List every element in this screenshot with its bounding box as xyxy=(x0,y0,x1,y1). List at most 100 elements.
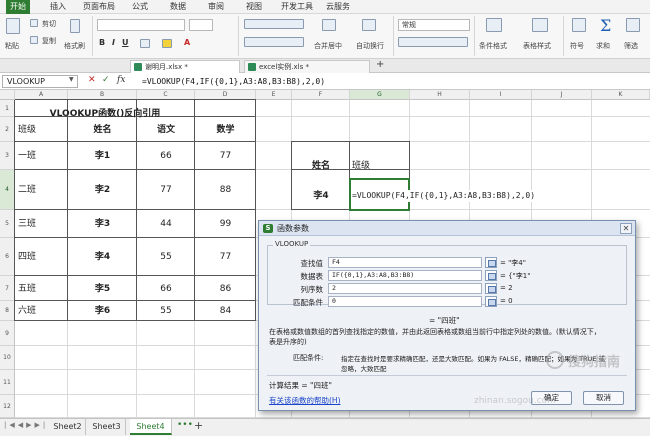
sheet-nav-arrows-icon[interactable]: |◀◀▶▶| xyxy=(4,421,48,429)
filter-label[interactable]: 筛选 xyxy=(624,41,638,51)
close-icon[interactable]: ✕ xyxy=(620,223,632,234)
align-horizontal-icons[interactable] xyxy=(244,37,304,47)
column-header[interactable]: G xyxy=(350,90,410,100)
number-format-dropdown[interactable]: 常规 xyxy=(398,19,470,31)
doc-tab-active[interactable]: 谢明月.xlsx * xyxy=(130,60,240,73)
data-cell[interactable]: 李2 xyxy=(68,184,137,196)
range-picker-icon[interactable] xyxy=(485,283,497,294)
menu-page-layout[interactable]: 页面布局 xyxy=(82,0,116,14)
more-sheets-icon[interactable]: ••• xyxy=(177,420,193,430)
data-cell[interactable]: 李4 xyxy=(68,251,137,263)
insert-function-icon[interactable]: fx xyxy=(117,75,125,85)
doc-tab[interactable]: excel实例.xls * xyxy=(244,60,370,73)
data-cell[interactable]: 55 xyxy=(137,305,195,317)
data-cell[interactable]: 77 xyxy=(195,251,256,263)
cut-icon[interactable] xyxy=(30,19,38,27)
data-cell[interactable]: 李1 xyxy=(68,150,137,162)
column-header[interactable]: J xyxy=(532,90,592,100)
lookup-class-label[interactable]: 班级 xyxy=(352,160,370,172)
cut-button-label[interactable]: 剪切 xyxy=(42,19,56,29)
column-header[interactable]: H xyxy=(410,90,470,100)
range-picker-icon[interactable] xyxy=(485,270,497,281)
data-cell[interactable]: 六班 xyxy=(18,305,36,317)
data-cell[interactable]: 99 xyxy=(195,218,256,230)
header-cell[interactable]: 班级 xyxy=(18,124,36,136)
formula-edit-cell[interactable]: =VLOOKUP(F4,IF({0,1},A3:A8,B3:B8),2,0) xyxy=(352,190,536,202)
cancel-button[interactable]: 取消 xyxy=(583,391,624,405)
conditional-format-icon[interactable] xyxy=(486,18,502,32)
header-cell[interactable]: 语文 xyxy=(137,124,195,136)
param-input[interactable]: 2 xyxy=(328,283,482,294)
font-size-dropdown[interactable] xyxy=(189,19,213,31)
data-cell[interactable]: 三班 xyxy=(18,218,36,230)
menu-view[interactable]: 视图 xyxy=(242,0,266,14)
row-header[interactable]: 8 xyxy=(0,301,15,321)
header-cell[interactable]: 姓名 xyxy=(68,124,137,136)
row-header[interactable]: 12 xyxy=(0,395,15,418)
border-icon[interactable] xyxy=(140,39,150,48)
table-style-icon[interactable] xyxy=(532,18,548,32)
function-arguments-dialog[interactable]: S 函数参数 ✕ VLOOKUP 查找值 F4 = "李4" 数据表 IF({0,1},… xyxy=(258,220,636,411)
data-cell[interactable]: 五班 xyxy=(18,283,36,295)
add-sheet-icon[interactable]: + xyxy=(194,419,203,432)
cancel-edit-icon[interactable]: ✕ xyxy=(88,75,96,85)
row-header[interactable]: 6 xyxy=(0,238,15,276)
menu-developer[interactable]: 开发工具 xyxy=(280,0,314,14)
new-tab-icon[interactable]: + xyxy=(376,59,384,70)
column-header[interactable]: K xyxy=(592,90,650,100)
menu-insert[interactable]: 插入 xyxy=(46,0,70,14)
data-cell[interactable]: 86 xyxy=(195,283,256,295)
row-header[interactable]: 3 xyxy=(0,142,15,170)
column-header[interactable]: I xyxy=(470,90,532,100)
copy-icon[interactable] xyxy=(30,36,38,44)
param-input[interactable]: 0 xyxy=(328,296,482,307)
column-header[interactable]: F xyxy=(292,90,350,100)
font-color-icon[interactable]: A xyxy=(184,38,190,47)
param-input[interactable]: F4 xyxy=(328,257,482,268)
font-name-dropdown[interactable] xyxy=(97,19,185,31)
paste-button-label[interactable]: 粘贴 xyxy=(5,41,19,51)
row-header[interactable]: 9 xyxy=(0,321,15,346)
sheet-tab-sheet4[interactable]: Sheet4 xyxy=(130,419,172,435)
dialog-title-bar[interactable]: S 函数参数 ✕ xyxy=(259,221,635,236)
data-cell[interactable]: 66 xyxy=(137,283,195,295)
row-header[interactable]: 1 xyxy=(0,100,15,117)
merge-icon[interactable] xyxy=(322,19,336,31)
data-cell[interactable]: 55 xyxy=(137,251,195,263)
menu-review[interactable]: 审阅 xyxy=(204,0,228,14)
bold-icon[interactable]: B xyxy=(99,38,105,47)
menu-formulas[interactable]: 公式 xyxy=(128,0,152,14)
copy-button-label[interactable]: 复制 xyxy=(42,36,56,46)
wrap-text-icon[interactable] xyxy=(362,19,376,31)
data-cell[interactable]: 李6 xyxy=(68,305,137,317)
sum-icon[interactable]: Σ xyxy=(600,16,611,35)
symbol-icon[interactable] xyxy=(572,18,586,32)
data-cell[interactable]: 88 xyxy=(195,184,256,196)
data-cell[interactable]: 66 xyxy=(137,150,195,162)
data-cell[interactable]: 77 xyxy=(137,184,195,196)
select-all-corner[interactable] xyxy=(0,90,15,100)
wrap-text-label[interactable]: 自动换行 xyxy=(356,41,384,51)
range-picker-icon[interactable] xyxy=(485,296,497,307)
table-style-label[interactable]: 表格样式 xyxy=(523,41,551,51)
confirm-edit-icon[interactable]: ✓ xyxy=(102,75,110,85)
header-cell[interactable]: 数学 xyxy=(195,124,256,136)
sheet-tab-sheet3[interactable]: Sheet3 xyxy=(88,419,126,435)
data-cell[interactable]: 李3 xyxy=(68,218,137,230)
help-link[interactable]: 有关该函数的帮助(H) xyxy=(269,395,341,406)
symbol-label[interactable]: 符号 xyxy=(570,41,584,51)
fill-color-icon[interactable] xyxy=(162,39,172,48)
align-top-icons[interactable] xyxy=(244,19,304,29)
row-header[interactable]: 2 xyxy=(0,117,15,142)
menu-cloud[interactable]: 云服务 xyxy=(324,0,352,14)
data-cell[interactable]: 二班 xyxy=(18,184,36,196)
row-header[interactable]: 4 xyxy=(0,170,15,210)
row-header[interactable]: 10 xyxy=(0,346,15,370)
data-cell[interactable]: 一班 xyxy=(18,150,36,162)
number-format-icons[interactable] xyxy=(398,37,468,47)
row-header[interactable]: 7 xyxy=(0,276,15,301)
name-box[interactable]: VLOOKUP xyxy=(2,75,78,88)
lookup-value-cell[interactable]: 李4 xyxy=(292,190,350,202)
data-cell[interactable]: 四班 xyxy=(18,251,36,263)
row-header[interactable]: 5 xyxy=(0,210,15,238)
